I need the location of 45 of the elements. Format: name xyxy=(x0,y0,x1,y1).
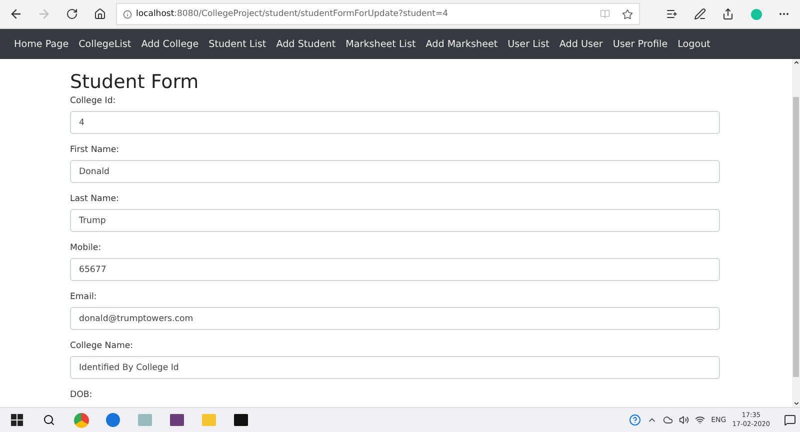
favorites-list-icon[interactable] xyxy=(666,8,678,20)
nav-link[interactable]: Marksheet List xyxy=(346,38,416,50)
share-icon[interactable] xyxy=(722,8,734,20)
favorite-star-icon[interactable] xyxy=(622,8,633,20)
notification-icon[interactable] xyxy=(784,414,796,426)
nav-link[interactable]: Add College xyxy=(141,38,199,50)
windows-start-icon[interactable] xyxy=(11,414,23,426)
nav-link[interactable]: Add Student xyxy=(276,38,336,50)
scroll-up-icon[interactable] xyxy=(792,59,800,66)
nav-link[interactable]: Home Page xyxy=(14,38,69,50)
home-icon[interactable] xyxy=(94,8,106,20)
search-icon[interactable] xyxy=(43,414,55,426)
help-icon[interactable] xyxy=(629,414,642,426)
field-label: DOB: xyxy=(70,390,94,400)
back-icon[interactable] xyxy=(9,7,23,21)
field-label: Last Name: xyxy=(70,194,120,204)
field-label: First Name: xyxy=(70,145,120,155)
nav-link[interactable]: Add Marksheet xyxy=(426,38,498,50)
scrollbar[interactable] xyxy=(792,59,800,407)
nav-link[interactable]: Student List xyxy=(208,38,266,50)
input-field[interactable]: Donald xyxy=(70,160,720,183)
input-field[interactable]: 4 xyxy=(70,111,720,134)
input-field[interactable]: Identified By College Id xyxy=(70,356,720,379)
nav-link[interactable]: User List xyxy=(508,38,550,50)
field-label: Mobile: xyxy=(70,243,102,253)
field-label: College Id: xyxy=(70,96,117,106)
cloud-icon[interactable] xyxy=(663,415,674,425)
nav-link[interactable]: Logout xyxy=(678,38,710,50)
input-field[interactable]: 65677 xyxy=(70,258,720,281)
nav-link[interactable]: CollegeList xyxy=(78,38,132,50)
nav-link[interactable]: Add User xyxy=(559,38,603,50)
wifi-icon[interactable] xyxy=(695,415,706,425)
field-label: Email: xyxy=(70,292,98,302)
pen-icon[interactable] xyxy=(694,8,706,20)
input-field[interactable]: donald@trumptowers.com xyxy=(70,307,720,330)
input-field[interactable]: Trump xyxy=(70,209,720,232)
field-label: College Name: xyxy=(70,341,134,351)
speaker-icon[interactable] xyxy=(679,415,690,425)
info-icon xyxy=(123,10,132,18)
nav-link[interactable]: User Profile xyxy=(612,38,668,50)
refresh-icon[interactable] xyxy=(66,8,78,20)
form-title: Student Form xyxy=(70,71,200,93)
scroll-down-icon[interactable] xyxy=(792,400,800,407)
url-text: localhost:8080/CollegeProject/student/studentFormForUpdate?student=4 xyxy=(136,9,450,19)
address-bar[interactable]: localhost:8080/CollegeProject/student/studentFormForUpdate?student=4 xyxy=(116,3,640,25)
